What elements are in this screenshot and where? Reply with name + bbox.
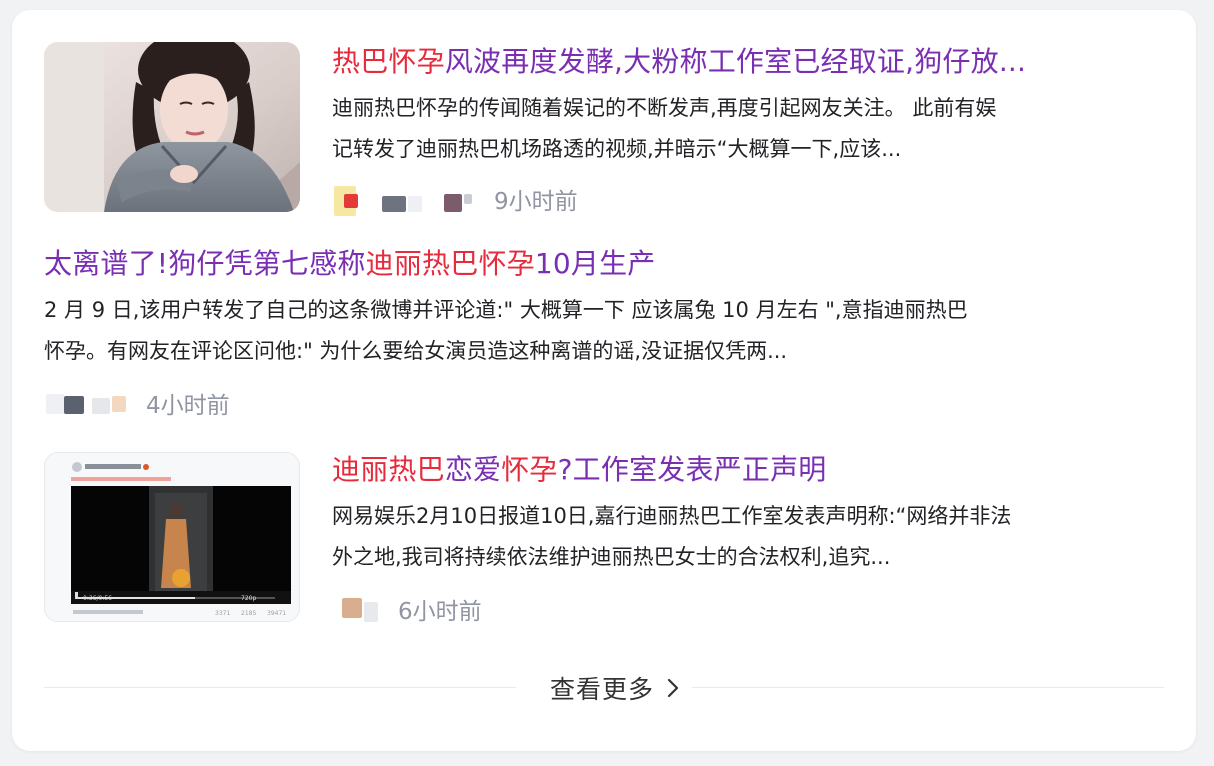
video-quality-text: 720p xyxy=(241,595,256,602)
video-time-text: 0:36/0:56 xyxy=(83,595,112,602)
video-stat-text: 39471 xyxy=(267,610,286,617)
description-line: 外之地,我司将持续依法维护迪丽热巴女士的合法权利,追究... xyxy=(332,545,891,569)
title-highlight: 迪丽热巴 xyxy=(332,453,445,486)
publish-time: 9小时前 xyxy=(494,189,578,215)
news-meta: 4小时前 xyxy=(40,386,230,420)
news-meta: 9小时前 xyxy=(324,182,578,216)
divider-left xyxy=(44,687,516,688)
news-description: 迪丽热巴怀孕的传闻随着娱记的不断发声,再度引起网友关注。 此前有娱 记转发了迪丽… xyxy=(332,88,996,170)
view-more-button[interactable]: 查看更多 xyxy=(550,670,680,706)
title-text: 恋爱 xyxy=(444,453,502,486)
view-more-row: 查看更多 xyxy=(44,670,1164,706)
video-stat-text: 2185 xyxy=(241,610,256,617)
publish-time: 4小时前 xyxy=(146,393,230,419)
title-text: 10月生产 xyxy=(534,247,656,280)
news-card: 热巴怀孕风波再度发酵,大粉称工作室已经取证,狗仔放... 迪丽热巴怀孕的传闻随着… xyxy=(12,10,1196,751)
description-line: 网易娱乐2月10日报道10日,嘉行迪丽热巴工作室发表声明称:“网络并非法 xyxy=(332,504,1012,528)
title-highlight: 迪丽热巴怀孕 xyxy=(365,247,535,280)
title-highlight: 怀孕 xyxy=(501,453,558,486)
divider-right xyxy=(692,687,1164,688)
news-meta: 6小时前 xyxy=(336,592,482,626)
news-description: 网易娱乐2月10日报道10日,嘉行迪丽热巴工作室发表声明称:“网络并非法 外之地… xyxy=(332,496,1011,578)
portrait-image xyxy=(44,42,300,212)
news-description: 2 月 9 日,该用户转发了自己的这条微博并评论道:" 大概算一下 应该属兔 1… xyxy=(44,290,968,372)
source-logo-icon[interactable] xyxy=(40,388,136,418)
news-title-link[interactable]: 迪丽热巴恋爱怀孕?工作室发表严正声明 xyxy=(332,450,827,490)
description-line: 怀孕。有网友在评论区问他:" 为什么要给女演员造这种离谱的谣,没证据仅凭两... xyxy=(44,339,788,363)
title-text: 太离谱了!狗仔凭第七感称 xyxy=(44,247,366,280)
description-line: 记转发了迪丽热巴机场路透的视频,并暗示“大概算一下,应该... xyxy=(332,137,902,161)
video-stat-text: 3371 xyxy=(215,610,230,617)
news-thumbnail-portrait[interactable] xyxy=(44,42,300,212)
chevron-right-icon xyxy=(667,678,679,698)
news-title-link[interactable]: 太离谱了!狗仔凭第七感称迪丽热巴怀孕10月生产 xyxy=(44,244,655,284)
publish-time: 6小时前 xyxy=(398,599,482,625)
news-title-link[interactable]: 热巴怀孕风波再度发酵,大粉称工作室已经取证,狗仔放... xyxy=(332,42,1026,82)
description-line: 迪丽热巴怀孕的传闻随着娱记的不断发声,再度引起网友关注。 此前有娱 xyxy=(332,96,997,120)
description-line: 2 月 9 日,该用户转发了自己的这条微博并评论道:" 大概算一下 应该属兔 1… xyxy=(44,298,968,322)
title-highlight: 热巴怀孕 xyxy=(332,45,445,78)
title-text: ?工作室发表严正声明 xyxy=(557,453,827,486)
video-screenshot-image: 0:36/0:56 720p 3371 2185 39471 xyxy=(45,453,299,621)
news-thumbnail-video[interactable]: 0:36/0:56 720p 3371 2185 39471 xyxy=(44,452,300,622)
source-logo-icon[interactable] xyxy=(324,184,484,216)
view-more-label: 查看更多 xyxy=(550,675,655,704)
source-logo-icon[interactable] xyxy=(336,594,388,624)
title-text: 风波再度发酵,大粉称工作室已经取证,狗仔放... xyxy=(444,45,1027,78)
